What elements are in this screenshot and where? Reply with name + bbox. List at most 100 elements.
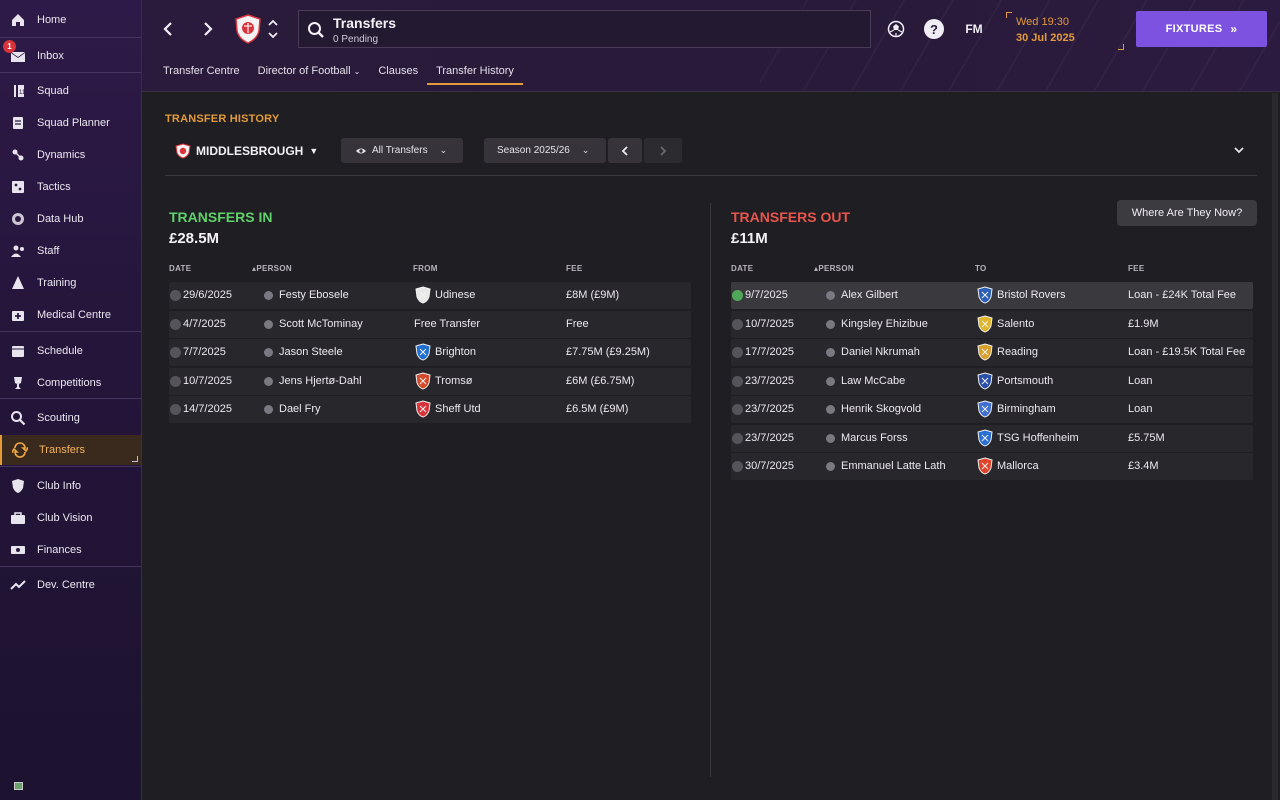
tab-transfer-history[interactable]: Transfer History <box>427 62 523 86</box>
sidebar-item-club-vision[interactable]: Club Vision <box>0 503 141 533</box>
player-name[interactable]: Alex Gilbert <box>841 289 898 301</box>
player-name[interactable]: Jens Hjertø-Dahl <box>279 375 362 387</box>
player-name[interactable]: Festy Ebosele <box>279 289 349 301</box>
column-header-fee[interactable]: FEE <box>566 264 582 273</box>
where-are-they-now-button[interactable]: Where Are They Now? <box>1117 200 1257 226</box>
previous-season-button[interactable] <box>608 138 642 163</box>
scrollbar[interactable] <box>1272 93 1278 800</box>
table-row[interactable]: 10/7/2025 Jens Hjertø-Dahl Tromsø £6M (£6.7… <box>169 367 691 395</box>
back-button[interactable] <box>158 18 178 40</box>
sidebar-item-scouting[interactable]: Scouting <box>0 403 141 433</box>
sidebar-item-transfers[interactable]: Transfers <box>0 435 141 465</box>
club-name[interactable]: Free Transfer <box>414 318 480 330</box>
column-header-to[interactable]: TO <box>975 264 987 273</box>
collapse-chevron-icon[interactable] <box>1232 143 1246 157</box>
column-header-date[interactable]: DATE <box>169 264 191 273</box>
view-filter-label: All Transfers <box>372 145 428 156</box>
club-name[interactable]: Portsmouth <box>997 375 1053 387</box>
club-name[interactable]: TSG Hoffenheim <box>997 432 1079 444</box>
tab-director-of-football[interactable]: Director of Football ⌄ <box>249 62 370 86</box>
sidebar-separator <box>0 331 141 332</box>
sidebar-item-medical-centre[interactable]: Medical Centre <box>0 300 141 330</box>
club-name[interactable]: Bristol Rovers <box>997 289 1065 301</box>
sidebar-item-label: Schedule <box>37 345 83 357</box>
search-icon <box>9 409 27 427</box>
sidebar-item-data-hub[interactable]: Data Hub <box>0 204 141 234</box>
sidebar-item-dynamics[interactable]: Dynamics <box>0 140 141 170</box>
table-row[interactable]: 9/7/2025 Alex Gilbert Bristol Rovers Loan -… <box>731 282 1253 309</box>
forward-button[interactable] <box>198 18 218 40</box>
club-name[interactable]: Udinese <box>435 289 475 301</box>
column-header-person[interactable]: ▴PERSON <box>252 264 292 273</box>
sidebar-item-schedule[interactable]: Schedule <box>0 336 141 366</box>
person-icon <box>826 462 835 471</box>
sidebar-item-club-info[interactable]: Club Info <box>0 471 141 501</box>
table-row[interactable]: 4/7/2025 Scott McTominay Free Transfer Free <box>169 310 691 338</box>
table-row[interactable]: 23/7/2025 Marcus Forss TSG Hoffenheim £5.75… <box>731 424 1253 452</box>
club-name[interactable]: Birmingham <box>997 403 1056 415</box>
club-name[interactable]: Reading <box>997 346 1038 358</box>
sidebar-item-label: Squad Planner <box>37 117 110 129</box>
sidebar-item-competitions[interactable]: Competitions <box>0 368 141 398</box>
player-name[interactable]: Dael Fry <box>279 403 321 415</box>
club-name[interactable]: Brighton <box>435 346 476 358</box>
sidebar-item-tactics[interactable]: Tactics <box>0 172 141 202</box>
view-filter-dropdown[interactable]: All Transfers ⌄ <box>341 138 463 163</box>
player-name[interactable]: Marcus Forss <box>841 432 908 444</box>
column-header-from[interactable]: FROM <box>413 264 438 273</box>
world-button[interactable] <box>886 19 906 39</box>
player-name[interactable]: Scott McTominay <box>279 318 363 330</box>
club-name[interactable]: Salento <box>997 318 1034 330</box>
club-crest-button[interactable] <box>234 13 262 45</box>
club-name[interactable]: Tromsø <box>435 375 472 387</box>
date-display[interactable]: Wed 19:30 30 Jul 2025 <box>1006 12 1124 50</box>
table-row[interactable]: 17/7/2025 Daniel Nkrumah Reading Loan - £19… <box>731 339 1253 366</box>
player-name[interactable]: Daniel Nkrumah <box>841 346 920 358</box>
sidebar-item-squad-planner[interactable]: Squad Planner <box>0 108 141 138</box>
sidebar-item-staff[interactable]: Staff <box>0 236 141 266</box>
sidebar-item-home[interactable]: Home <box>0 5 141 35</box>
club-name[interactable]: Mallorca <box>997 460 1039 472</box>
transfer-date: 30/7/2025 <box>745 460 794 472</box>
pending-count: 0 Pending <box>333 34 379 45</box>
column-header-fee[interactable]: FEE <box>1128 264 1144 273</box>
sidebar-item-finances[interactable]: Finances <box>0 535 141 565</box>
sidebar-item-dev-centre[interactable]: Dev. Centre <box>0 570 141 600</box>
table-row[interactable]: 14/7/2025 Dael Fry Sheff Utd £6.5M (£9M) <box>169 396 691 423</box>
fm-menu-button[interactable]: FM <box>960 19 988 39</box>
trophy-icon <box>9 374 27 392</box>
club-selector[interactable]: MIDDLESBROUGH ▼ <box>175 142 318 160</box>
sidebar-item-label: Scouting <box>37 412 80 424</box>
help-button[interactable]: ? <box>924 19 944 39</box>
player-name[interactable]: Jason Steele <box>279 346 343 358</box>
season-dropdown[interactable]: Season 2025/26 ⌄ <box>484 138 606 163</box>
table-row[interactable]: 29/6/2025 Festy Ebosele Udinese £8M (£9M) <box>169 282 691 309</box>
sidebar-item-training[interactable]: Training <box>0 268 141 298</box>
club-name[interactable]: Sheff Utd <box>435 403 481 415</box>
sidebar-item-squad[interactable]: 11 Squad <box>0 76 141 106</box>
table-row[interactable]: 23/7/2025 Henrik Skogvold Birmingham Loan <box>731 396 1253 423</box>
table-row[interactable]: 23/7/2025 Law McCabe Portsmouth Loan <box>731 367 1253 395</box>
club-switch-arrows[interactable] <box>266 16 280 42</box>
player-name[interactable]: Kingsley Ehizibue <box>841 318 928 330</box>
search-bar[interactable]: Transfers 0 Pending <box>298 10 871 48</box>
column-header-date[interactable]: DATE <box>731 264 753 273</box>
transfer-fee: £3.4M <box>1128 460 1159 472</box>
table-row[interactable]: 10/7/2025 Kingsley Ehizibue Salento £1.9M <box>731 310 1253 338</box>
person-icon <box>826 405 835 414</box>
main-content: TRANSFER HISTORY MIDDLESBROUGH ▼ All Tra… <box>142 93 1280 800</box>
sidebar: Home Inbox 1 11 Squad Squad Planner Dynamics Ta… <box>0 0 142 800</box>
tab-transfer-centre[interactable]: Transfer Centre <box>154 62 249 86</box>
person-icon <box>826 319 835 329</box>
tab-clauses[interactable]: Clauses <box>369 62 427 86</box>
player-name[interactable]: Law McCabe <box>841 375 905 387</box>
fixtures-button[interactable]: FIXTURES » <box>1136 11 1267 47</box>
inbox-unread-badge: 1 <box>3 40 16 53</box>
table-row[interactable]: 7/7/2025 Jason Steele Brighton £7.75M (£9.2… <box>169 339 691 366</box>
table-row[interactable]: 30/7/2025 Emmanuel Latte Lath Mallorca £3.4… <box>731 453 1253 480</box>
sidebar-item-inbox[interactable]: Inbox <box>0 41 141 71</box>
next-season-button[interactable] <box>644 138 682 163</box>
column-header-person[interactable]: ▴PERSON <box>814 264 854 273</box>
player-name[interactable]: Henrik Skogvold <box>841 403 921 415</box>
player-name[interactable]: Emmanuel Latte Lath <box>841 460 946 472</box>
